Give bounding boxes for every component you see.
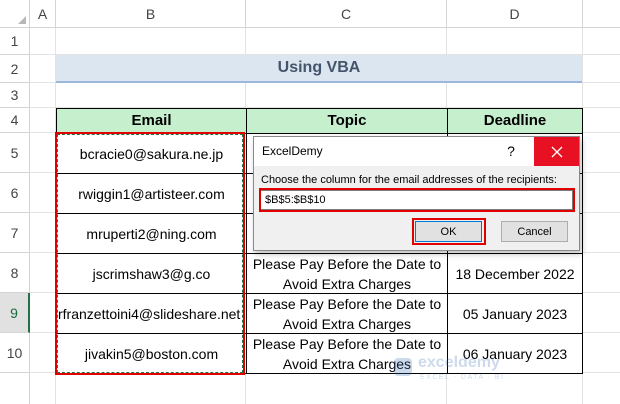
row-header-11[interactable] <box>0 373 30 404</box>
column-header-e[interactable] <box>583 0 620 28</box>
close-button[interactable] <box>534 137 579 166</box>
row-header-1[interactable]: 1 <box>0 28 30 55</box>
row-header-9[interactable]: 9 <box>0 293 30 333</box>
help-button[interactable]: ? <box>497 140 525 162</box>
sheet-title[interactable]: Using VBA <box>56 55 582 83</box>
row-header-3[interactable]: 3 <box>0 83 30 108</box>
ok-button[interactable]: OK <box>415 221 482 242</box>
email-cell[interactable]: bcracie0@sakura.ne.jp <box>56 133 247 174</box>
column-header-b[interactable]: B <box>56 0 246 28</box>
topic-cell[interactable]: Please Pay Before the Date to Avoid Extr… <box>246 333 448 374</box>
deadline-cell[interactable]: 18 December 2022 <box>447 253 583 294</box>
row-header-5[interactable]: 5 <box>0 133 30 173</box>
spreadsheet: A B C D 1 2 3 4 5 6 7 8 9 10 Using VBA E… <box>0 0 620 404</box>
dialog-prompt: Choose the column for the email addresse… <box>261 174 557 186</box>
input-dialog: ExcelDemy ? Choose the column for the em… <box>253 136 580 251</box>
row-header-4[interactable]: 4 <box>0 108 30 133</box>
dialog-titlebar[interactable]: ExcelDemy ? <box>254 137 579 166</box>
topic-cell[interactable]: Please Pay Before the Date to Avoid Extr… <box>246 293 448 334</box>
email-cell[interactable]: jscrimshaw3@g.co <box>56 253 247 294</box>
deadline-cell[interactable]: 05 January 2023 <box>447 293 583 334</box>
row-header-6[interactable]: 6 <box>0 173 30 213</box>
row-header-7[interactable]: 7 <box>0 213 30 253</box>
range-input[interactable]: $B$5:$B$10 <box>260 190 573 210</box>
deadline-cell[interactable]: 06 January 2023 <box>447 333 583 374</box>
email-cell[interactable]: rfranzettoini4@slideshare.net <box>56 293 247 334</box>
header-deadline[interactable]: Deadline <box>447 108 583 134</box>
email-cell[interactable]: jivakin5@boston.com <box>56 333 247 374</box>
email-cell[interactable]: rwiggin1@artisteer.com <box>56 173 247 214</box>
header-email[interactable]: Email <box>56 108 247 134</box>
select-all-icon <box>18 16 26 24</box>
watermark-tagline: EXCEL · DATA · BI <box>420 374 505 381</box>
row-header-8[interactable]: 8 <box>0 253 30 293</box>
select-all-corner[interactable] <box>0 0 30 28</box>
topic-cell[interactable]: Please Pay Before the Date to Avoid Extr… <box>246 253 448 294</box>
dialog-title: ExcelDemy <box>262 144 323 158</box>
column-header-a[interactable]: A <box>30 0 56 28</box>
cancel-button[interactable]: Cancel <box>501 221 568 242</box>
header-topic[interactable]: Topic <box>246 108 448 134</box>
column-header-c[interactable]: C <box>246 0 447 28</box>
email-cell[interactable]: mruperti2@ning.com <box>56 213 247 254</box>
column-header-d[interactable]: D <box>447 0 583 28</box>
row-header-10[interactable]: 10 <box>0 333 30 373</box>
row-header-2[interactable]: 2 <box>0 55 30 83</box>
close-icon <box>551 146 562 157</box>
